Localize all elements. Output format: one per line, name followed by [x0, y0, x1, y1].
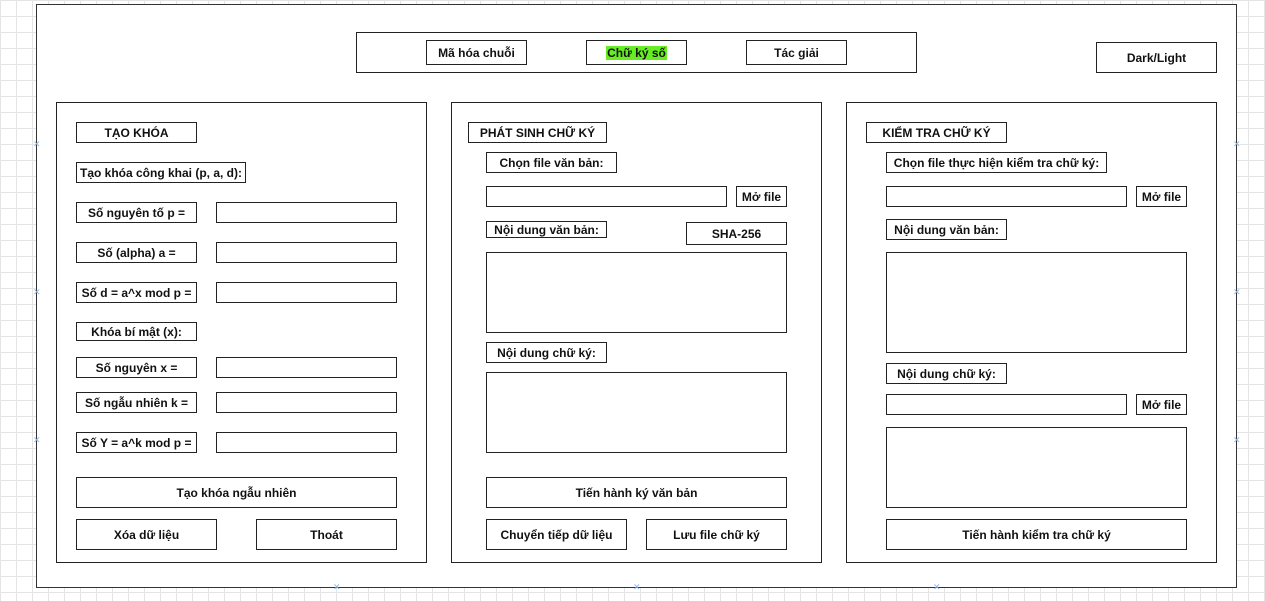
- verify-open-signature-button[interactable]: Mở file: [1136, 394, 1187, 415]
- d-label: Số d = a^x mod p =: [76, 282, 197, 303]
- verify-signature-label: Nội dung chữ ký:: [886, 363, 1007, 384]
- verify-signature-button[interactable]: Tiến hành kiểm tra chữ ký: [886, 519, 1187, 550]
- sign-signature-label: Nội dung chữ ký:: [486, 342, 607, 363]
- clear-data-button[interactable]: Xóa dữ liệu: [76, 519, 217, 550]
- prime-p-label: Số nguyên tố p =: [76, 202, 197, 223]
- choose-file-label: Chọn file văn bản:: [486, 152, 617, 173]
- sign-content-label: Nội dung văn bản:: [486, 221, 607, 238]
- verify-signature-textarea[interactable]: [886, 427, 1187, 508]
- y-label: Số Y = a^k mod p =: [76, 432, 197, 453]
- random-key-button[interactable]: Tạo khóa ngẫu nhiên: [76, 477, 397, 508]
- resize-handle-icon[interactable]: ✕: [633, 583, 641, 592]
- tab-signature-label: Chữ ký số: [606, 45, 667, 60]
- sign-file-path-input[interactable]: [486, 186, 727, 207]
- sign-document-button[interactable]: Tiến hành ký văn bản: [486, 477, 787, 508]
- tab-author[interactable]: Tác giải: [746, 40, 847, 65]
- theme-toggle-button[interactable]: Dark/Light: [1096, 42, 1217, 73]
- sign-signature-textarea[interactable]: [486, 372, 787, 453]
- theme-toggle-label: Dark/Light: [1126, 50, 1187, 65]
- tab-digital-signature[interactable]: Chữ ký số: [586, 40, 687, 65]
- exit-button[interactable]: Thoát: [256, 519, 397, 550]
- alpha-input[interactable]: [216, 242, 397, 263]
- forward-data-button[interactable]: Chuyển tiếp dữ liệu: [486, 519, 627, 550]
- resize-handle-icon[interactable]: ✕: [1233, 436, 1241, 445]
- verify-title: KIỂM TRA CHỮ KÝ: [866, 122, 1007, 143]
- k-input[interactable]: [216, 392, 397, 413]
- y-input[interactable]: [216, 432, 397, 453]
- resize-handle-icon[interactable]: ✕: [1233, 288, 1241, 297]
- resize-handle-icon[interactable]: ✕: [33, 140, 41, 149]
- save-signature-button[interactable]: Lưu file chữ ký: [646, 519, 787, 550]
- x-input[interactable]: [216, 357, 397, 378]
- resize-handle-icon[interactable]: ✕: [33, 288, 41, 297]
- resize-handle-icon[interactable]: ✕: [1233, 140, 1241, 149]
- alpha-label: Số (alpha) a =: [76, 242, 197, 263]
- sha256-button[interactable]: SHA-256: [686, 222, 787, 245]
- x-label: Số nguyên x =: [76, 357, 197, 378]
- verify-content-label: Nội dung văn bản:: [886, 219, 1007, 240]
- resize-handle-icon[interactable]: ✕: [33, 436, 41, 445]
- tab-encrypt-string[interactable]: Mã hóa chuỗi: [426, 40, 527, 65]
- k-label: Số ngẫu nhiên k =: [76, 392, 197, 413]
- resize-handle-icon[interactable]: ✕: [933, 583, 941, 592]
- resize-handle-icon[interactable]: ✕: [333, 583, 341, 592]
- verify-file-path-input[interactable]: [886, 186, 1127, 207]
- prime-p-input[interactable]: [216, 202, 397, 223]
- tab-encrypt-label: Mã hóa chuỗi: [438, 45, 515, 60]
- verify-signature-path-input[interactable]: [886, 394, 1127, 415]
- verify-open-file-button[interactable]: Mở file: [1136, 186, 1187, 207]
- keygen-title: TẠO KHÓA: [76, 122, 197, 143]
- d-input[interactable]: [216, 282, 397, 303]
- sign-content-textarea[interactable]: [486, 252, 787, 333]
- verify-choose-file-label: Chọn file thực hiện kiểm tra chữ ký:: [886, 152, 1107, 173]
- public-key-label: Tạo khóa công khai (p, a, d):: [76, 162, 246, 183]
- sign-open-file-button[interactable]: Mở file: [736, 186, 787, 207]
- verify-content-textarea[interactable]: [886, 252, 1187, 353]
- tab-author-label: Tác giải: [774, 45, 819, 60]
- private-key-label: Khóa bí mật (x):: [76, 322, 197, 341]
- sign-title: PHÁT SINH CHỮ KÝ: [468, 122, 607, 143]
